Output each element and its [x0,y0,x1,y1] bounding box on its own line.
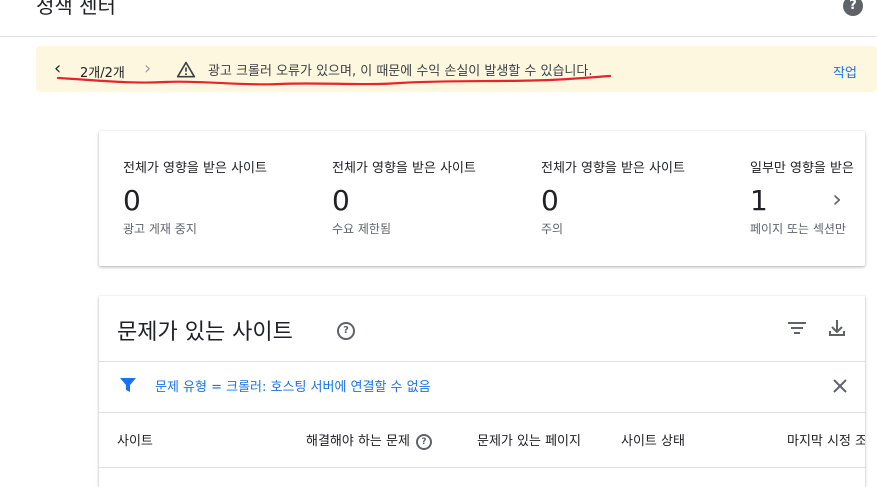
section-title: 문제가 있는 사이트 [117,320,293,345]
column-header-site[interactable]: 사이트 [117,430,153,449]
stat-label: 전체가 영향을 받은 사이트 [332,161,476,176]
stat-column: 전체가 영향을 받은 사이트 0 광고 게재 중지 [123,157,318,237]
stat-label: 일부만 영향을 받은 [750,161,854,176]
stat-sublabel: 페이지 또는 섹션만 [750,222,846,236]
stats-card: 전체가 영향을 받은 사이트 0 광고 게재 중지 전체가 영향을 받은 사이트… [99,131,865,266]
divider [99,467,865,468]
stat-sublabel: 주의 [541,222,564,236]
divider [99,361,865,362]
stat-label: 전체가 영향을 받은 사이트 [541,161,685,176]
help-icon[interactable]: ? [843,0,863,16]
help-icon[interactable]: ? [337,322,355,340]
column-header-pages[interactable]: 문제가 있는 페이지 [477,430,581,449]
stat-column: 전체가 영향을 받은 사이트 0 수요 제한됨 [332,157,527,237]
chevron-right-icon[interactable]: › [144,58,151,79]
stat-value: 0 [123,184,141,217]
active-filter-chip[interactable]: 문제 유형 = 크롤러: 호스팅 서버에 연결할 수 없음 [155,376,431,395]
column-header-last-action[interactable]: 마지막 시정 조 [787,430,865,449]
close-icon[interactable] [832,378,848,394]
top-header: 정책 센터 ? [0,0,877,37]
action-link[interactable]: 작업 [833,62,857,81]
stat-value: 0 [541,184,559,217]
chevron-left-icon[interactable]: ‹ [54,58,61,79]
filter-list-icon[interactable] [787,320,807,336]
help-icon[interactable]: ? [415,433,432,450]
alert-counter: 2개/2개 [80,66,125,81]
page-title: 정책 센터 [36,0,116,18]
column-header-status[interactable]: 사이트 상태 [621,430,685,449]
warning-icon [176,61,196,78]
stat-column: 전체가 영향을 받은 사이트 0 주의 [541,157,736,237]
stat-value: 0 [332,184,350,217]
alert-banner: ‹ 2개/2개 › 광고 크롤러 오류가 있으며, 이 때문에 수익 손실이 발… [36,46,877,92]
alert-message: 광고 크롤러 오류가 있으며, 이 때문에 수익 손실이 발생할 수 있습니다. [208,64,593,79]
issues-card: 문제가 있는 사이트 ? 문제 유형 = 크롤러: 호스팅 서버에 연결할 수 … [99,296,865,487]
funnel-icon [120,378,136,392]
stat-label: 전체가 영향을 받은 사이트 [123,161,267,176]
download-icon[interactable] [827,318,847,338]
stat-sublabel: 광고 게재 중지 [123,222,197,236]
stat-sublabel: 수요 제한됨 [332,222,392,236]
divider [99,412,865,413]
chevron-right-icon[interactable]: › [821,183,853,215]
column-header-label: 해결해야 하는 문제 [306,434,410,449]
column-header-issues[interactable]: 해결해야 하는 문제? [306,430,432,450]
